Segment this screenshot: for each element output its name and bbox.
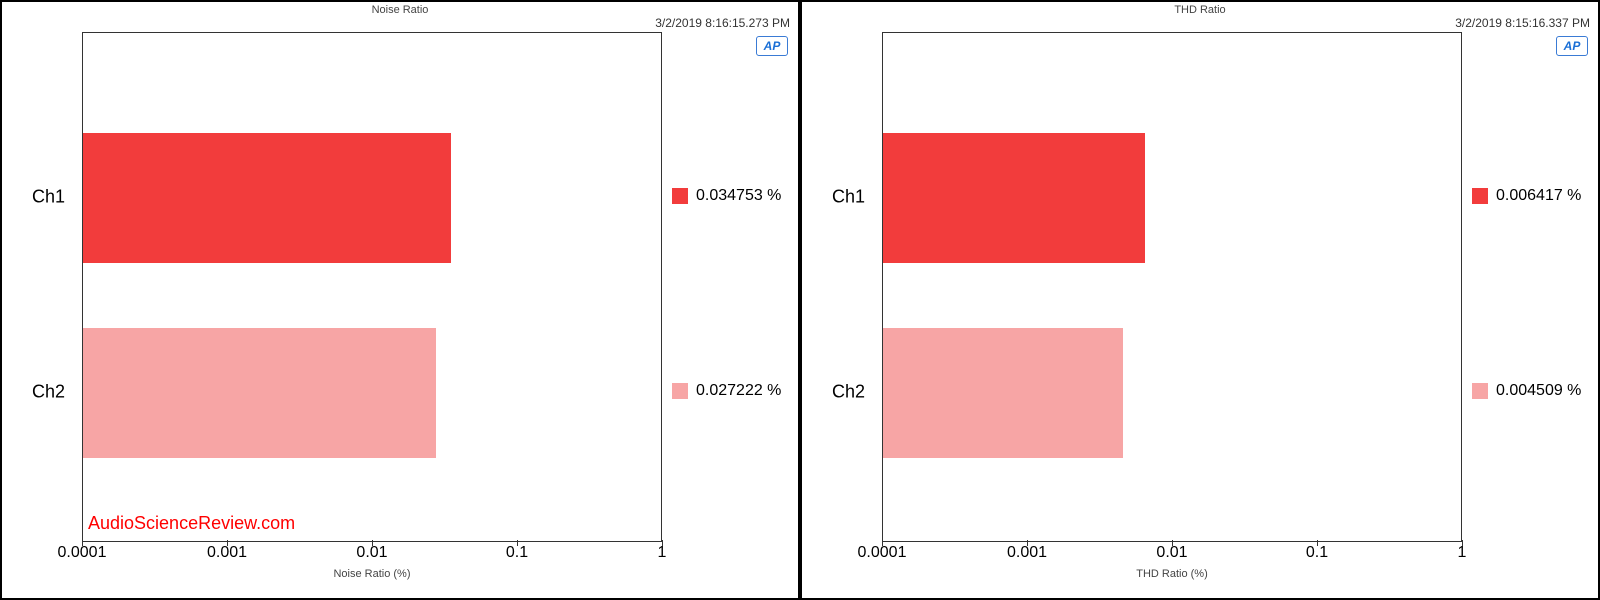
x-tick-label: 0.01 — [1156, 544, 1187, 562]
legend-value-ch2: 0.004509 % — [1496, 382, 1581, 400]
plot-area — [82, 32, 662, 542]
panel-top-title: Noise Ratio — [2, 4, 798, 16]
y-category-ch1: Ch1 — [832, 187, 865, 208]
y-category-ch2: Ch2 — [832, 382, 865, 403]
legend-entry-ch1: 0.006417 % — [1472, 187, 1592, 205]
chart-panel-right: THD Ratio 3/2/2019 8:15:16.337 PM AP SON… — [800, 0, 1600, 600]
plot-area — [882, 32, 1462, 542]
x-tick-label: 0.1 — [506, 544, 528, 562]
x-axis-ticks: 0.00010.0010.010.11 — [882, 544, 1462, 564]
legend-entry-ch2: 0.027222 % — [672, 382, 792, 400]
watermark-text: AudioScienceReview.com — [88, 513, 295, 534]
x-tick-label: 1 — [658, 544, 667, 562]
legend-swatch-icon — [672, 383, 688, 399]
timestamp: 3/2/2019 8:15:16.337 PM — [1455, 16, 1590, 30]
x-axis-label: THD Ratio (%) — [882, 568, 1462, 580]
x-tick-label: 0.0001 — [858, 544, 907, 562]
x-tick-label: 0.01 — [356, 544, 387, 562]
x-tick-label: 0.1 — [1306, 544, 1328, 562]
legend-swatch-icon — [1472, 383, 1488, 399]
chart-panel-left: Noise Ratio 3/2/2019 8:16:15.273 PM AP S… — [0, 0, 800, 600]
y-category-ch2: Ch2 — [32, 382, 65, 403]
legend-swatch-icon — [672, 188, 688, 204]
legend-entry-ch2: 0.004509 % — [1472, 382, 1592, 400]
bar-ch2 — [83, 328, 436, 458]
legend-value-ch1: 0.006417 % — [1496, 187, 1581, 205]
bar-ch2 — [883, 328, 1123, 458]
legend-value-ch1: 0.034753 % — [696, 187, 781, 205]
bar-ch1 — [883, 133, 1145, 263]
y-category-ch1: Ch1 — [32, 187, 65, 208]
x-axis-ticks: 0.00010.0010.010.11 — [82, 544, 662, 564]
bar-ch1 — [83, 133, 451, 263]
legend-swatch-icon — [1472, 188, 1488, 204]
x-tick-label: 0.001 — [207, 544, 247, 562]
panel-top-title: THD Ratio — [802, 4, 1598, 16]
legend-value-ch2: 0.027222 % — [696, 382, 781, 400]
x-axis-label: Noise Ratio (%) — [82, 568, 662, 580]
timestamp: 3/2/2019 8:16:15.273 PM — [655, 16, 790, 30]
x-tick-label: 1 — [1458, 544, 1467, 562]
x-tick-label: 0.001 — [1007, 544, 1047, 562]
x-tick-label: 0.0001 — [58, 544, 107, 562]
legend-entry-ch1: 0.034753 % — [672, 187, 792, 205]
